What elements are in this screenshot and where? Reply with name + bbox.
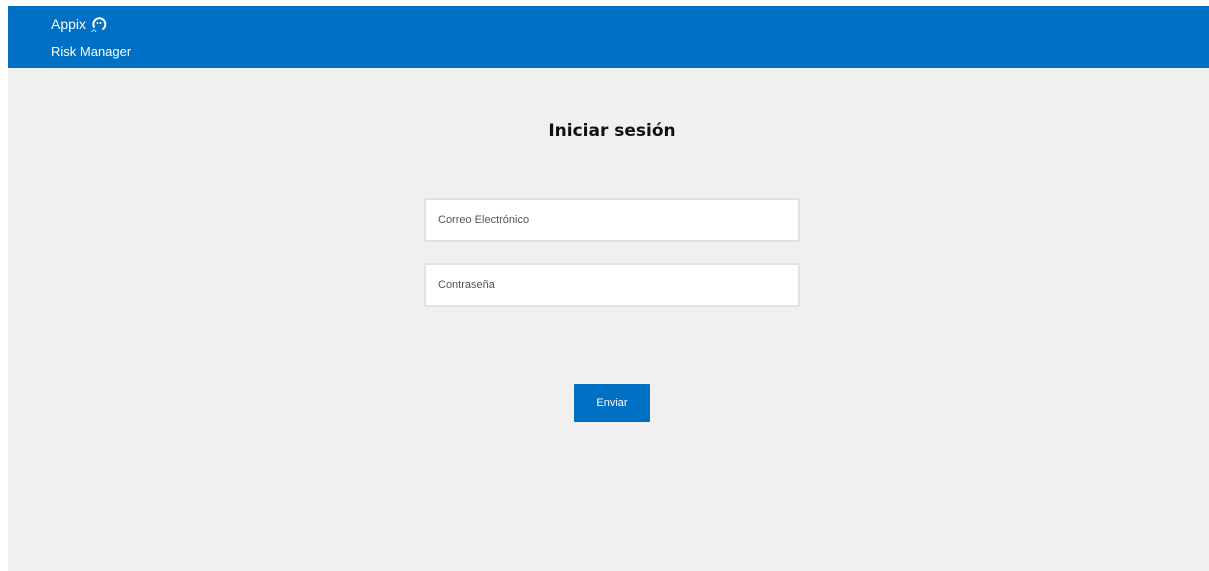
brand: Appix — [51, 15, 108, 33]
email-field[interactable] — [424, 198, 800, 242]
top-bar: Appix Risk Manager — [8, 6, 1209, 68]
submit-button[interactable]: Enviar — [574, 384, 650, 422]
password-field[interactable] — [424, 263, 800, 307]
page-title: Iniciar sesión — [548, 121, 676, 141]
page-frame: Appix Risk Manager Iniciar sesión Enviar — [8, 6, 1209, 571]
brand-name: Appix — [51, 16, 87, 32]
app-name: Risk Manager — [51, 44, 132, 59]
appix-logo-icon — [90, 15, 108, 33]
